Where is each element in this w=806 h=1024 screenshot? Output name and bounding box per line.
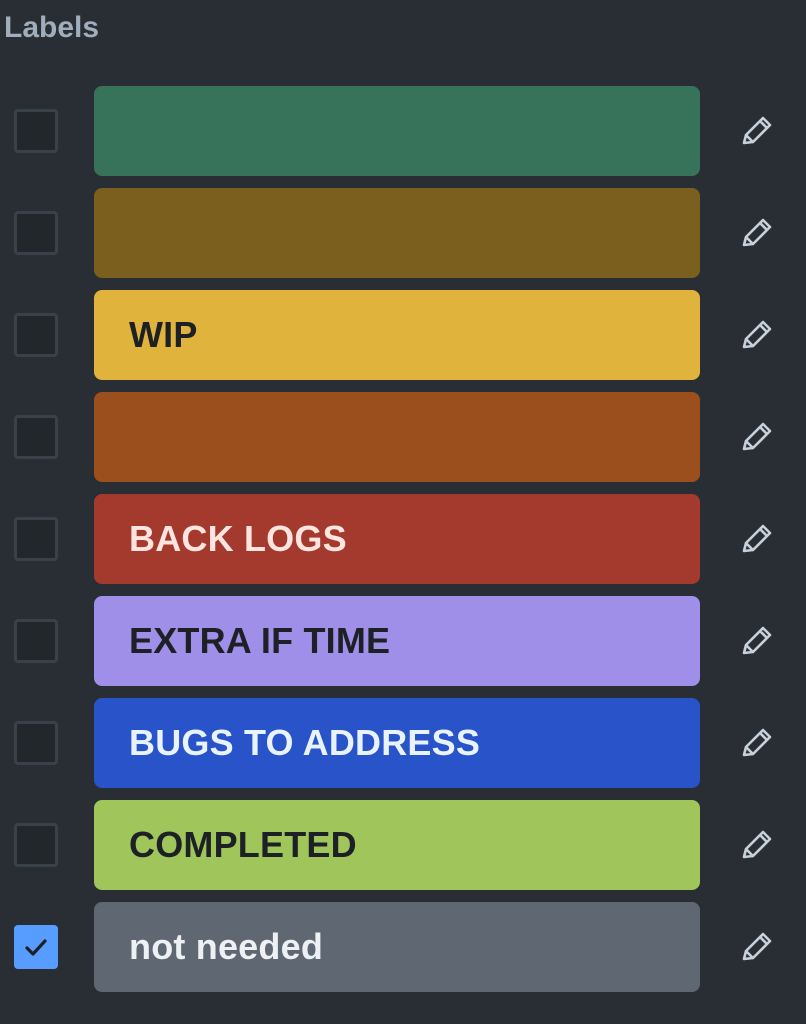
label-chip[interactable] [94, 392, 700, 482]
label-chip[interactable] [94, 188, 700, 278]
pencil-icon [742, 830, 772, 859]
label-chip[interactable]: not needed [94, 902, 700, 992]
pencil-icon [742, 524, 772, 553]
labels-panel: Labels WIP BACK LOGS EXTRA IF TIME BUGS … [0, 0, 806, 1024]
label-chip[interactable]: WIP [94, 290, 700, 380]
label-checkbox[interactable] [14, 823, 58, 867]
labels-heading: Labels [4, 11, 100, 44]
label-checkbox[interactable] [14, 415, 58, 459]
edit-label-button[interactable] [734, 111, 778, 151]
pencil-icon [742, 218, 772, 247]
check-icon [25, 939, 47, 956]
edit-label-button[interactable] [734, 213, 778, 253]
pencil-icon [742, 728, 772, 757]
label-chip[interactable]: BACK LOGS [94, 494, 700, 584]
label-row: BUGS TO ADDRESS [0, 698, 806, 788]
label-row: COMPLETED [0, 800, 806, 890]
edit-label-button[interactable] [734, 621, 778, 661]
edit-label-button[interactable] [734, 723, 778, 763]
label-chip[interactable]: BUGS TO ADDRESS [94, 698, 700, 788]
label-checkbox[interactable] [14, 211, 58, 255]
pencil-icon [742, 116, 772, 145]
pencil-icon [742, 422, 772, 451]
label-row [0, 392, 806, 482]
label-checkbox[interactable] [14, 925, 58, 969]
label-row: EXTRA IF TIME [0, 596, 806, 686]
label-row: BACK LOGS [0, 494, 806, 584]
label-row [0, 86, 806, 176]
label-row [0, 188, 806, 278]
label-checkbox[interactable] [14, 313, 58, 357]
label-row: not needed [0, 902, 806, 992]
label-checkbox[interactable] [14, 109, 58, 153]
label-chip[interactable] [94, 86, 700, 176]
label-checkbox[interactable] [14, 721, 58, 765]
edit-label-button[interactable] [734, 519, 778, 559]
edit-label-button[interactable] [734, 315, 778, 355]
label-list: WIP BACK LOGS EXTRA IF TIME BUGS TO ADDR… [0, 86, 806, 1004]
label-chip[interactable]: EXTRA IF TIME [94, 596, 700, 686]
edit-label-button[interactable] [734, 927, 778, 967]
pencil-icon [742, 320, 772, 349]
label-checkbox[interactable] [14, 517, 58, 561]
edit-label-button[interactable] [734, 417, 778, 457]
pencil-icon [742, 932, 772, 961]
label-row: WIP [0, 290, 806, 380]
edit-label-button[interactable] [734, 825, 778, 865]
pencil-icon [742, 626, 772, 655]
label-chip[interactable]: COMPLETED [94, 800, 700, 890]
label-checkbox[interactable] [14, 619, 58, 663]
